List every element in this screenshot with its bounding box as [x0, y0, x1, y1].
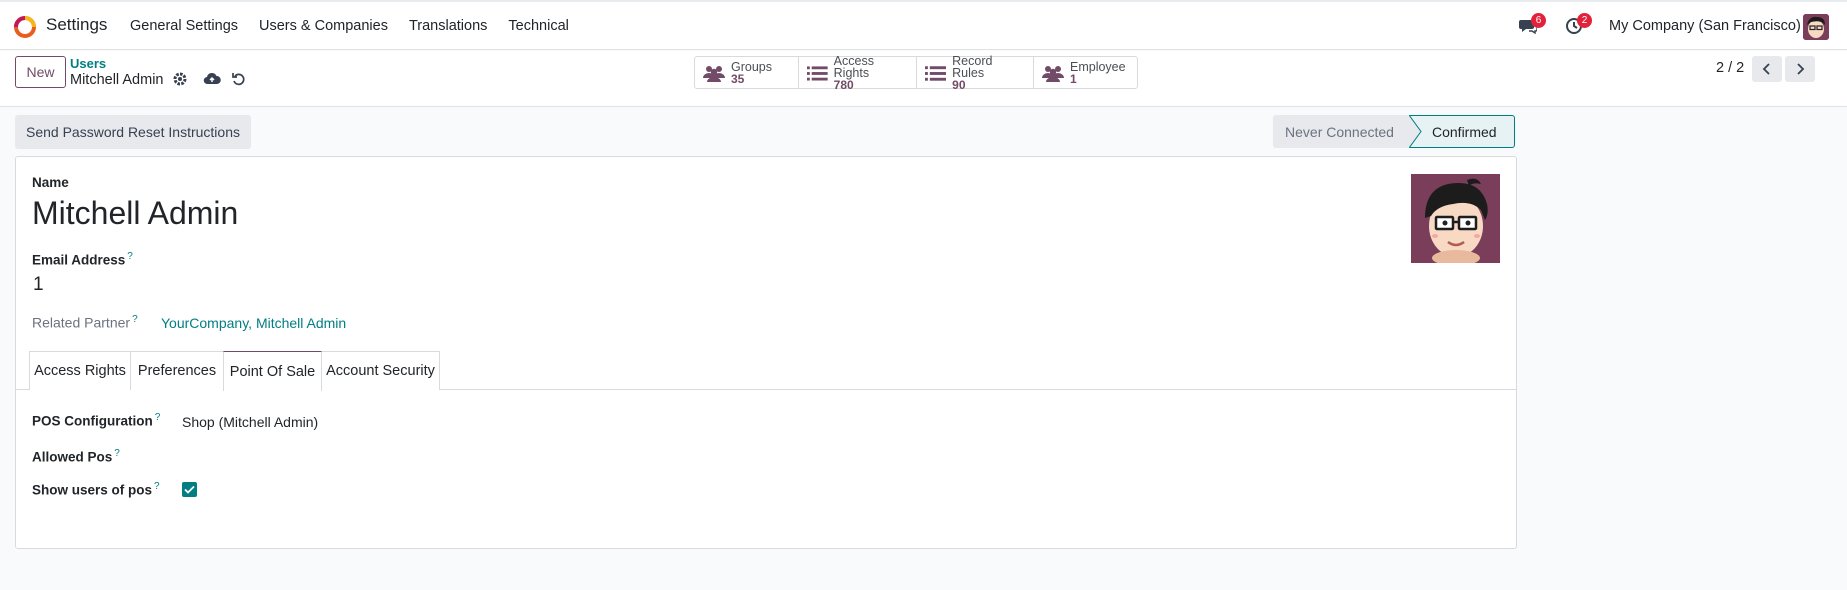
stage-never-connected[interactable]: Never Connected: [1273, 115, 1410, 148]
chevron-right-icon: [1797, 63, 1805, 75]
tab-preferences[interactable]: Preferences: [130, 351, 224, 390]
breadcrumb-current: Mitchell Admin: [70, 72, 164, 88]
allowed-pos-label: Allowed Pos?: [32, 448, 120, 465]
employee-smart-button[interactable]: Employee 1: [1034, 57, 1137, 88]
list-icon: [807, 65, 828, 81]
employee-count: 1: [1070, 71, 1077, 86]
check-icon: [184, 485, 195, 494]
related-partner-label: Related Partner?: [32, 314, 138, 331]
name-field[interactable]: Mitchell Admin: [32, 195, 238, 232]
employee-label: Employee: [1070, 59, 1126, 74]
user-avatar[interactable]: [1803, 14, 1829, 40]
undo-icon[interactable]: [231, 71, 249, 89]
gear-icon[interactable]: [172, 71, 190, 89]
user-photo[interactable]: [1411, 174, 1500, 266]
activities-button[interactable]: 2: [1565, 13, 1592, 39]
related-partner-label-text: Related Partner: [32, 314, 131, 331]
list-icon: [925, 65, 947, 81]
breadcrumb-users[interactable]: Users: [70, 56, 106, 71]
messages-button[interactable]: 6: [1519, 13, 1546, 39]
pos-configuration-field[interactable]: Shop (Mitchell Admin): [182, 414, 318, 430]
record-rules-smart-button[interactable]: Record Rules 90: [917, 53, 1034, 92]
tab-point-of-sale[interactable]: Point Of Sale: [223, 351, 322, 391]
stage-confirmed[interactable]: Confirmed: [1409, 115, 1515, 148]
menu-users-companies[interactable]: Users & Companies: [259, 18, 388, 34]
menu-translations[interactable]: Translations: [409, 18, 487, 34]
email-help-tooltip[interactable]: ?: [127, 251, 133, 262]
notebook-tabs: Access Rights Preferences Point Of Sale …: [16, 351, 1516, 391]
cloud-upload-icon[interactable]: [203, 71, 221, 89]
app-name[interactable]: Settings: [46, 15, 107, 35]
users-icon: [703, 65, 725, 82]
menu-technical[interactable]: Technical: [508, 18, 568, 34]
groups-count: 35: [731, 71, 745, 86]
show-users-of-pos-checkbox[interactable]: [182, 482, 197, 497]
pager-next-button[interactable]: [1785, 56, 1815, 82]
allowed-pos-help-tooltip[interactable]: ?: [114, 448, 120, 459]
show-users-help-tooltip[interactable]: ?: [154, 481, 160, 492]
menu-general-settings[interactable]: General Settings: [130, 18, 238, 34]
email-label-text: Email Address: [32, 252, 126, 268]
stage-confirmed-label: Confirmed: [1432, 123, 1497, 140]
name-label: Name: [32, 175, 69, 190]
smart-buttons: Groups 35 Access Rights 780 Record Rules 90…: [694, 53, 1138, 92]
show-users-of-pos-label-text: Show users of pos: [32, 482, 153, 498]
record-rules-label: Record Rules: [952, 53, 993, 80]
pos-configuration-label: POS Configuration?: [32, 412, 160, 429]
control-panel: New Users Mitchell Admin Groups 35 Access…: [0, 51, 1847, 107]
show-users-of-pos-label: Show users of pos?: [32, 481, 160, 498]
status-bar: Never Connected Confirmed: [1273, 115, 1515, 148]
access-rights-count: 780: [833, 77, 854, 92]
allowed-pos-label-text: Allowed Pos: [32, 449, 113, 465]
top-navbar: Settings General Settings Users & Compan…: [0, 0, 1847, 50]
messages-badge: 6: [1531, 13, 1546, 28]
main-menu: General Settings Users & Companies Trans…: [130, 18, 590, 34]
groups-smart-button[interactable]: Groups 35: [695, 57, 799, 88]
access-rights-smart-button[interactable]: Access Rights 780: [799, 53, 917, 92]
pager-value[interactable]: 2 / 2: [1716, 60, 1744, 76]
tab-access-rights[interactable]: Access Rights: [29, 351, 131, 390]
email-label: Email Address?: [32, 251, 133, 268]
email-field[interactable]: 1: [33, 274, 44, 296]
new-button[interactable]: New: [15, 56, 66, 88]
send-password-reset-button[interactable]: Send Password Reset Instructions: [15, 115, 251, 149]
pos-configuration-label-text: POS Configuration: [32, 413, 153, 429]
users-icon: [1042, 65, 1064, 82]
tab-account-security[interactable]: Account Security: [321, 351, 440, 390]
record-rules-count: 90: [952, 77, 966, 92]
company-switcher[interactable]: My Company (San Francisco): [1609, 18, 1801, 34]
form-sheet: Name Mitchell Admin Email Address? 1 Rel…: [15, 156, 1517, 549]
partner-help-tooltip[interactable]: ?: [132, 314, 138, 325]
access-rights-label: Access Rights: [833, 53, 874, 80]
pos-config-help-tooltip[interactable]: ?: [155, 412, 161, 423]
activities-badge: 2: [1577, 13, 1592, 28]
chevron-left-icon: [1762, 63, 1770, 75]
groups-label: Groups: [731, 59, 772, 74]
pager-previous-button[interactable]: [1752, 56, 1782, 82]
odoo-logo-icon[interactable]: [14, 16, 36, 38]
related-partner-link[interactable]: YourCompany, Mitchell Admin: [161, 315, 346, 331]
